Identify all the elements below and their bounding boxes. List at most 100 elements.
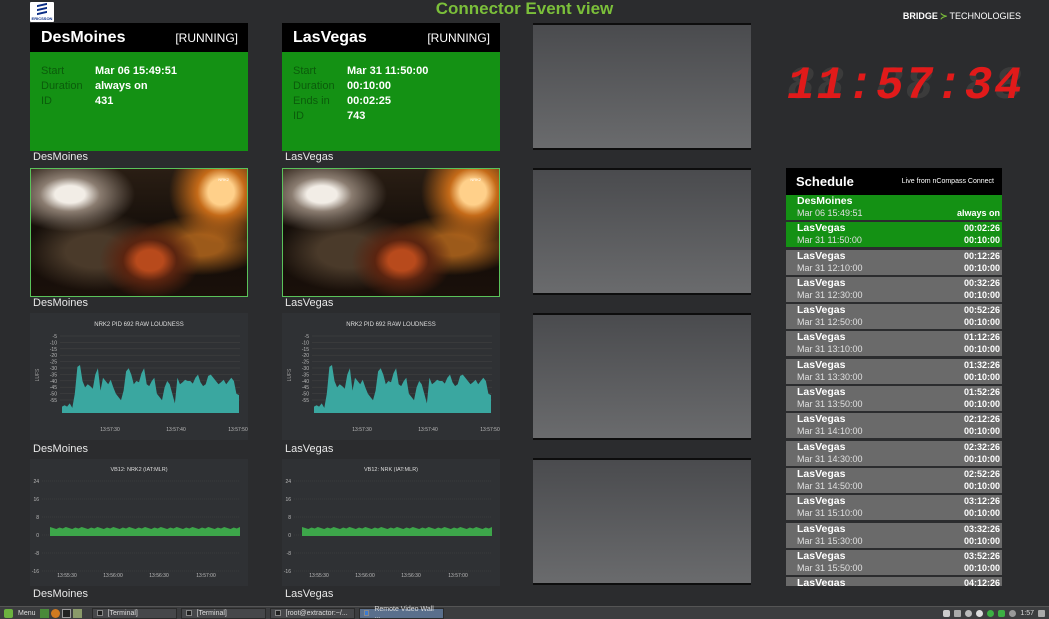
- brand-right: TECHNOLOGIES: [949, 11, 1021, 21]
- schedule-item-bottom: Mar 31 12:50:00 00:10:00: [797, 316, 1000, 328]
- schedule-start: Mar 31 15:30:00: [797, 535, 863, 546]
- bitrate-chart-svg: VB12: NRK2 (IAT:MLR) 24 16 8 0 -8 -16 13:55:30 1…: [32, 467, 240, 579]
- y-tick-label: -5: [305, 334, 310, 340]
- terminal-launcher-icon[interactable]: [61, 608, 71, 618]
- y-tick-label: -20: [50, 353, 57, 359]
- y-tick-label: -40: [50, 379, 57, 385]
- bitrate-chart: VB12: NRK2 (IAT:MLR) 24 16 8 0 -8 -16 13:55:30 1…: [30, 459, 248, 586]
- taskbar-task[interactable]: Remote Video Wall ...: [358, 606, 444, 619]
- schedule-item[interactable]: LasVegas 03:32:26 Mar 31 15:30:00 00:10:00: [786, 522, 1002, 548]
- schedule-event-name: LasVegas: [797, 495, 846, 508]
- schedule-item-bottom: Mar 31 11:50:00 00:10:00: [797, 234, 1000, 246]
- y-tick-label: -50: [302, 392, 309, 398]
- clipboard-icon[interactable]: [954, 609, 962, 617]
- detail-value: 00:02:25: [347, 95, 392, 107]
- event-card-header: LasVegas [RUNNING]: [282, 23, 500, 52]
- schedule-countdown: 03:52:26: [963, 550, 1000, 561]
- schedule-title: Schedule: [796, 174, 854, 189]
- event-card: LasVegas [RUNNING] Start Mar 31 11:50:00 Dur…: [282, 23, 500, 151]
- y-tick-label: -30: [50, 366, 57, 372]
- schedule-item-bottom: Mar 31 15:30:00 00:10:00: [797, 535, 1000, 547]
- schedule-event-name: LasVegas: [797, 304, 846, 317]
- taskbar-task[interactable]: [Terminal]: [91, 607, 177, 619]
- schedule-event-name: LasVegas: [797, 413, 846, 426]
- schedule-item[interactable]: LasVegas 00:12:26 Mar 31 12:10:00 00:10:00: [786, 249, 1002, 275]
- detail-value: always on: [95, 80, 148, 92]
- schedule-duration: 00:10:00: [963, 235, 1000, 246]
- empty-tile: [533, 313, 751, 440]
- schedule-item[interactable]: LasVegas 00:52:26 Mar 31 12:50:00 00:10:00: [786, 304, 1002, 330]
- schedule-item-top: LasVegas 00:02:26: [797, 222, 1000, 234]
- event-name: LasVegas: [293, 28, 367, 46]
- schedule-item-top: LasVegas 01:52:26: [797, 386, 1000, 398]
- schedule-item[interactable]: DesMoines Mar 06 15:49:51 always on: [786, 195, 1002, 220]
- update-check-icon[interactable]: [998, 609, 1006, 617]
- user-icon[interactable]: [943, 609, 951, 617]
- taskbar-task[interactable]: [Terminal]: [180, 607, 266, 619]
- show-desktop-icon[interactable]: [39, 608, 49, 618]
- y-tick-label: 24: [285, 479, 291, 485]
- schedule-duration: 00:10:00: [963, 535, 1000, 546]
- shield-icon[interactable]: [1009, 609, 1017, 617]
- network-icon[interactable]: [987, 609, 995, 617]
- detail-value: Mar 31 11:50:00: [347, 65, 429, 77]
- bitrate-title: VB12: NRK (IAT:MLR): [364, 467, 418, 473]
- event-detail-row: Ends in 00:02:25: [293, 94, 489, 109]
- files-icon[interactable]: [72, 608, 82, 618]
- schedule-start: Mar 31 11:50:00: [797, 235, 862, 246]
- page-title: Connector Event view: [435, 0, 614, 18]
- channel-bug: NRK2: [218, 177, 229, 182]
- schedule-event-name: LasVegas: [797, 358, 846, 371]
- y-tick-label: -25: [50, 360, 57, 366]
- schedule-item[interactable]: LasVegas 01:12:26 Mar 31 13:10:00 00:10:00: [786, 331, 1002, 357]
- schedule-item[interactable]: LasVegas 02:32:26 Mar 31 14:30:00 00:10:00: [786, 440, 1002, 466]
- x-tick-label: 13:55:30: [309, 573, 329, 579]
- schedule-item[interactable]: LasVegas 03:12:26 Mar 31 15:10:00 00:10:00: [786, 495, 1002, 521]
- loudness-chart: NRK2 PID 692 RAW LOUDNESS LUFS -5 -10 -15 -20…: [282, 313, 500, 440]
- schedule-item[interactable]: LasVegas 02:12:26 Mar 31 14:10:00 00:10:00: [786, 413, 1002, 439]
- mint-menu-icon: [4, 608, 13, 618]
- browser-icon[interactable]: [50, 608, 60, 618]
- menu-button[interactable]: Menu: [0, 608, 40, 618]
- video-thumbnail[interactable]: NRK2: [282, 168, 500, 297]
- y-tick-label: -10: [302, 340, 309, 346]
- empty-tile: [533, 458, 751, 585]
- loudness-area: [314, 365, 491, 413]
- taskbar-task[interactable]: [root@extractor:~/...: [269, 607, 355, 619]
- schedule-item[interactable]: LasVegas 00:02:26 Mar 31 11:50:00 00:10:00: [786, 222, 1002, 248]
- schedule-event-name: LasVegas: [797, 249, 846, 262]
- y-tick-label: -55: [50, 398, 57, 404]
- schedule-countdown: 00:12:26: [963, 250, 1000, 261]
- schedule-start: Mar 31 15:10:00: [797, 508, 863, 519]
- schedule-item[interactable]: LasVegas 04:12:26: [786, 577, 1002, 586]
- schedule-duration: 00:10:00: [963, 480, 1000, 491]
- pen-icon[interactable]: [965, 609, 973, 617]
- x-tick-label: 13:56:00: [103, 573, 123, 579]
- schedule-item[interactable]: LasVegas 01:32:26 Mar 31 13:30:00 00:10:00: [786, 358, 1002, 384]
- tray-clock[interactable]: 1:57: [1020, 610, 1034, 617]
- detail-key: Start: [41, 65, 65, 77]
- y-tick-label: -8: [287, 551, 292, 557]
- schedule-item-bottom: Mar 31 13:50:00 00:10:00: [797, 398, 1000, 410]
- x-tick-label: 13:56:30: [401, 573, 421, 579]
- x-tick-label: 13:57:30: [352, 427, 372, 433]
- schedule-item[interactable]: LasVegas 03:52:26 Mar 31 15:50:00 00:10:00: [786, 549, 1002, 575]
- y-tick-label: -50: [50, 392, 57, 398]
- schedule-item[interactable]: LasVegas 00:32:26 Mar 31 12:30:00 00:10:00: [786, 276, 1002, 302]
- video-thumbnail[interactable]: NRK2: [30, 168, 248, 297]
- schedule-item[interactable]: LasVegas 01:52:26 Mar 31 13:50:00 00:10:00: [786, 386, 1002, 412]
- schedule-countdown: 01:32:26: [963, 359, 1000, 370]
- schedule-duration: 00:10:00: [963, 562, 1000, 573]
- schedule-item-top: LasVegas 03:12:26: [797, 495, 1000, 507]
- schedule-item[interactable]: LasVegas 02:52:26 Mar 31 14:50:00 00:10:00: [786, 467, 1002, 493]
- x-tick-label: 13:57:40: [166, 427, 186, 433]
- schedule-countdown: 02:32:26: [963, 441, 1000, 452]
- notification-icon[interactable]: [1038, 609, 1045, 617]
- schedule-item-top: LasVegas 04:12:26: [797, 577, 1000, 586]
- channel-column-lasvegas: LasVegas [RUNNING] Start Mar 31 11:50:00 Dur…: [282, 23, 500, 600]
- volume-icon[interactable]: [976, 609, 984, 617]
- schedule-start: Mar 06 15:49:51: [797, 208, 863, 218]
- y-tick-label: -35: [50, 372, 57, 378]
- browser-window-icon: [363, 610, 370, 616]
- schedule-duration: 00:10:00: [963, 289, 1000, 300]
